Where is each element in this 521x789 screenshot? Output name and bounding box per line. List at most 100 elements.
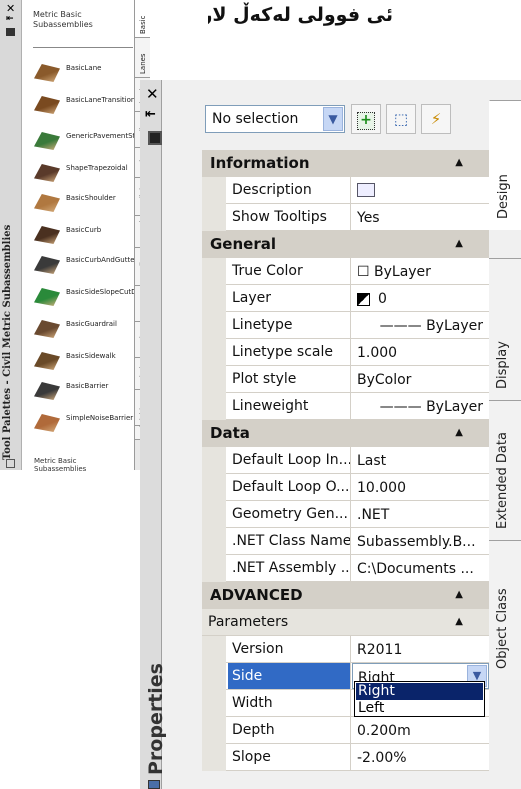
quick-select-button[interactable]: ⚡: [421, 104, 451, 134]
property-name: Description: [228, 177, 351, 203]
palette-tool-label: ShapeTrapezoidal: [66, 164, 128, 172]
property-name: Lineweight: [228, 393, 351, 419]
properties-tab[interactable]: Object Class: [489, 540, 521, 680]
properties-tab-label: Design: [496, 174, 511, 219]
property-value[interactable]: -2.00%: [352, 744, 489, 770]
property-row[interactable]: Plot style ByColor: [202, 366, 489, 393]
property-value[interactable]: ——— ByLayer: [352, 312, 489, 338]
property-row[interactable]: Slope -2.00%: [202, 744, 489, 771]
palette-tool-item[interactable]: BasicShoulder: [34, 190, 134, 220]
toggle-pickadd-button[interactable]: +: [351, 104, 381, 134]
property-value[interactable]: Yes: [352, 204, 489, 230]
select-objects-button[interactable]: ⬚: [386, 104, 416, 134]
row-gutter: [202, 555, 226, 582]
subcategory-header[interactable]: Parameters ▲: [202, 609, 489, 636]
palette-tab[interactable]: Lanes: [135, 38, 150, 78]
close-icon[interactable]: ✕: [146, 85, 159, 103]
palette-tab[interactable]: Basic: [135, 0, 150, 38]
palette-tool-item[interactable]: GenericPavementStructure: [34, 128, 161, 158]
curb-gutter-icon: [34, 256, 60, 274]
property-row[interactable]: Linetype ——— ByLayer: [202, 312, 489, 339]
palette-tool-item[interactable]: BasicSideSlopeCutDitch: [34, 284, 150, 314]
row-gutter: [202, 744, 226, 771]
properties-tab[interactable]: Extended Data: [489, 400, 521, 540]
chevron-down-icon[interactable]: ▼: [323, 107, 343, 131]
trapezoid-shape-icon: [34, 164, 60, 182]
category-header[interactable]: Information ▲: [202, 150, 489, 177]
palette-properties-icon[interactable]: [6, 459, 15, 468]
palette-tool-item[interactable]: BasicLaneTransition: [34, 92, 135, 122]
palette-settings-icon[interactable]: [148, 780, 160, 789]
property-name: .NET Assembly ...: [228, 555, 351, 581]
palette-tool-label: BasicCurb: [66, 226, 102, 234]
property-value[interactable]: 0: [352, 285, 489, 311]
quick-select-icon: ⚡: [430, 110, 442, 128]
palette-tab-label: Lanes: [139, 53, 147, 74]
palette-tool-item[interactable]: BasicSidewalk: [34, 348, 134, 378]
property-row[interactable]: Description: [202, 177, 489, 204]
palette-tool-item[interactable]: BasicCurbAndGutter: [34, 252, 137, 282]
property-row[interactable]: Default Loop O... 10.000: [202, 474, 489, 501]
property-name: Linetype scale: [228, 339, 351, 365]
palette-menu-icon[interactable]: [148, 131, 162, 145]
property-value[interactable]: R2011: [352, 636, 489, 662]
collapse-icon[interactable]: ▲: [455, 231, 463, 257]
property-row[interactable]: Depth 0.200m: [202, 717, 489, 744]
property-value[interactable]: [352, 177, 489, 203]
property-value[interactable]: .NET: [352, 501, 489, 527]
property-name: Slope: [228, 744, 351, 770]
side-option-right[interactable]: Right: [356, 683, 483, 700]
property-value[interactable]: 0.200m: [352, 717, 489, 743]
property-name: Linetype: [228, 312, 351, 338]
property-row[interactable]: True Color ☐ ByLayer: [202, 258, 489, 285]
property-row[interactable]: Show Tooltips Yes: [202, 204, 489, 231]
palette-tool-item[interactable]: SimpleNoiseBarrier: [34, 410, 134, 440]
description-editor-icon[interactable]: [357, 183, 375, 197]
palette-menu-icon[interactable]: [6, 28, 15, 36]
palette-tool-item[interactable]: BasicGuardrail: [34, 316, 134, 346]
property-value[interactable]: ☐ ByLayer: [352, 258, 489, 284]
row-gutter: [202, 177, 226, 204]
palette-tool-label: BasicGuardrail: [66, 320, 117, 328]
palette-tool-item[interactable]: ShapeTrapezoidal: [34, 160, 134, 190]
property-value[interactable]: C:\Documents ...: [352, 555, 489, 581]
properties-tab[interactable]: Design: [489, 100, 521, 230]
property-row[interactable]: Linetype scale 1.000: [202, 339, 489, 366]
property-value[interactable]: ByColor: [352, 366, 489, 392]
category-header[interactable]: Data ▲: [202, 420, 489, 447]
barrier-icon: [34, 382, 60, 400]
property-row[interactable]: Version R2011: [202, 636, 489, 663]
properties-tab-label: Extended Data: [495, 432, 510, 529]
palette-tool-item[interactable]: BasicBarrier: [34, 378, 134, 408]
property-row[interactable]: Layer 0: [202, 285, 489, 312]
property-value[interactable]: Subassembly.B...: [352, 528, 489, 554]
auto-hide-icon[interactable]: ⇤: [6, 14, 14, 24]
collapse-icon[interactable]: ▲: [455, 420, 463, 446]
divider: [33, 47, 133, 48]
palette-tool-item[interactable]: BasicCurb: [34, 222, 134, 252]
property-value[interactable]: ——— ByLayer: [352, 393, 489, 419]
collapse-icon[interactable]: ▲: [455, 150, 463, 176]
subcategory-label: Parameters: [208, 614, 289, 630]
category-header[interactable]: ADVANCED ▲: [202, 582, 489, 609]
property-value[interactable]: 10.000: [352, 474, 489, 500]
collapse-icon[interactable]: ▲: [455, 609, 463, 635]
property-row[interactable]: .NET Class Name Subassembly.B...: [202, 528, 489, 555]
selection-combo[interactable]: No selection ▼: [205, 105, 345, 133]
auto-hide-icon[interactable]: ⇤: [145, 107, 156, 122]
property-row[interactable]: Lineweight ——— ByLayer: [202, 393, 489, 420]
property-row[interactable]: Default Loop In... Last: [202, 447, 489, 474]
side-dropdown-list[interactable]: Right Left: [354, 681, 485, 717]
side-option-left[interactable]: Left: [356, 700, 483, 717]
collapse-icon[interactable]: ▲: [455, 582, 463, 608]
property-row[interactable]: Geometry Gen... .NET: [202, 501, 489, 528]
property-value[interactable]: Last: [352, 447, 489, 473]
palette-tool-item[interactable]: BasicLane: [34, 60, 134, 90]
property-row[interactable]: .NET Assembly ... C:\Documents ...: [202, 555, 489, 582]
property-value[interactable]: 1.000: [352, 339, 489, 365]
palette-tool-label: BasicBarrier: [66, 382, 109, 390]
category-header[interactable]: General ▲: [202, 231, 489, 258]
pavement-structure-icon: [34, 132, 60, 150]
properties-title: Properties: [145, 663, 167, 775]
properties-tab[interactable]: Display: [489, 258, 521, 400]
